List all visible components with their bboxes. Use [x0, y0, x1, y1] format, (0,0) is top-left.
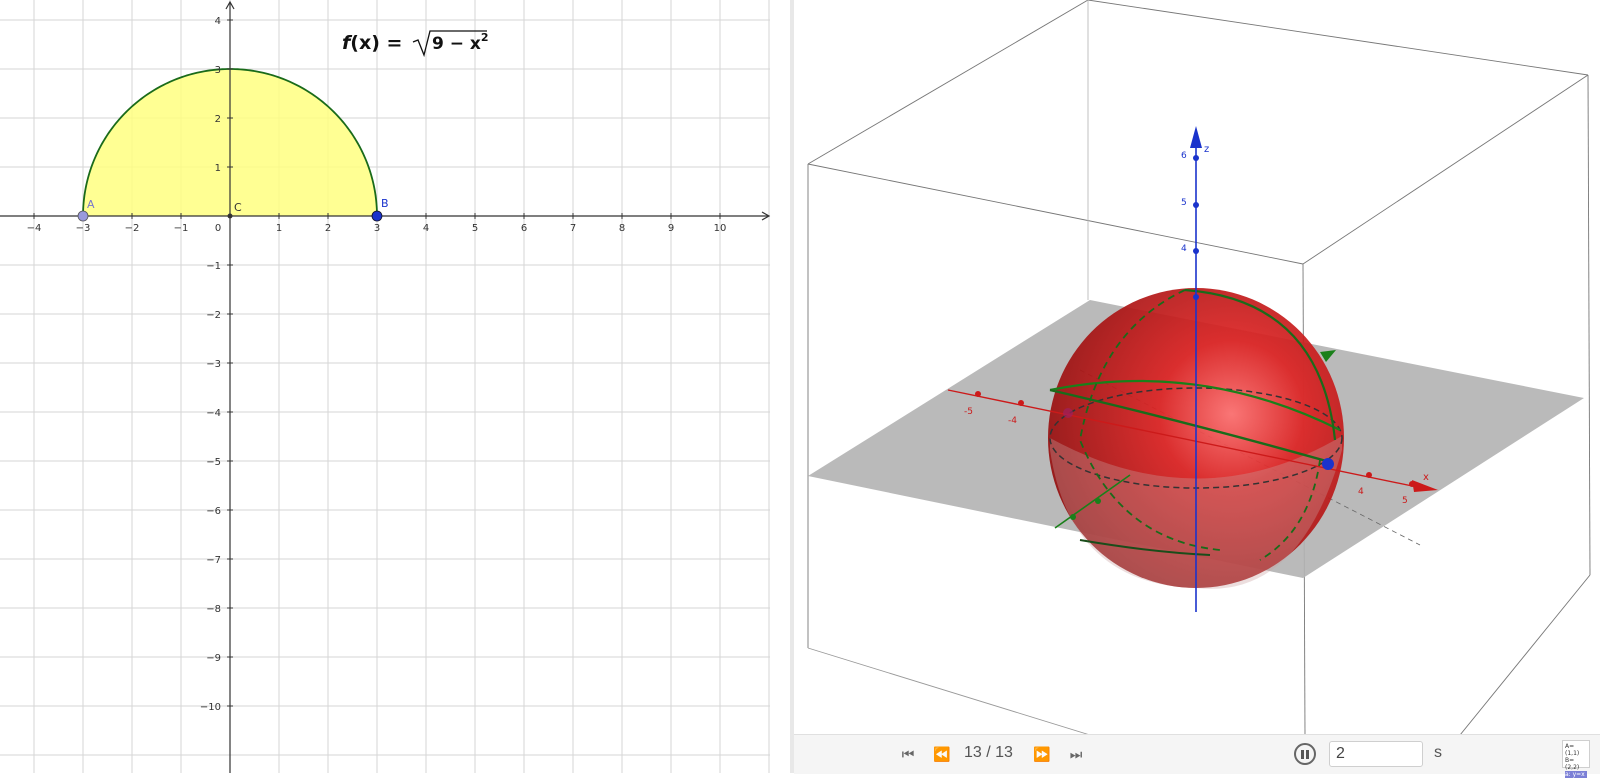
z-tick	[1193, 248, 1199, 254]
x-tick-label: 4	[1358, 487, 1364, 497]
x-tick-label: 10	[714, 223, 727, 234]
x-tick-label: -5	[964, 407, 973, 417]
z-tick-label: 4	[1181, 244, 1187, 254]
x-tick	[1366, 472, 1372, 478]
y-tick-label: 4	[215, 16, 221, 27]
animation-toolbar: ⏮ ⏪ 13 / 13 ⏩ ⏭ s A=(1,1) B=(2,2) a: y=x	[794, 734, 1600, 778]
x-tick-label: 5	[472, 223, 478, 234]
function-exponent: 2	[481, 31, 489, 44]
x-tick-label: −3	[76, 223, 91, 234]
function-label[interactable]: f(x) = 9 − x2	[342, 30, 489, 58]
y-tick-label: −2	[206, 310, 221, 321]
y-tick-label: −3	[206, 359, 221, 370]
y-tick-label: −8	[206, 604, 221, 615]
x-tick-label: −4	[27, 223, 42, 234]
x-tick-label: 1	[276, 223, 282, 234]
graphics-view-2d[interactable]: −4 −3 −2 −1 0 1 2 3 4 5 6 7 8 9 10 1 2 3 4 −1 −2 −3 −4 −5 −6 −7 −8…	[0, 0, 790, 773]
y-tick-label: 1	[215, 163, 221, 174]
step-forward-icon[interactable]: ⏩	[1030, 743, 1054, 767]
function-arg: (x)	[350, 32, 380, 54]
x-tick-label: 3	[374, 223, 380, 234]
y-tick-label: −1	[206, 261, 221, 272]
graph-3d-canvas[interactable]: -5 -4 4 5 x 6 5 4 z	[794, 0, 1600, 736]
z-axis-arrow-icon	[1190, 126, 1202, 148]
interval-input[interactable]	[1329, 741, 1423, 767]
point-a-3d[interactable]	[1063, 408, 1073, 418]
skip-last-icon[interactable]: ⏭	[1064, 743, 1088, 767]
x-tick	[975, 391, 981, 397]
point-b-3d[interactable]	[1322, 458, 1334, 470]
step-back-icon[interactable]: ⏪	[930, 743, 954, 767]
svg-text:f(x) =: f(x) =	[342, 32, 402, 54]
y-tick-label: 2	[215, 114, 221, 125]
y-tick-label: −4	[206, 408, 221, 419]
z-tick-label: 5	[1181, 198, 1187, 208]
y-tick-label: −7	[206, 555, 221, 566]
z-axis-label: z	[1204, 144, 1209, 155]
y-tick	[1070, 514, 1076, 520]
point-c-label: C	[234, 201, 242, 214]
z-tick	[1193, 294, 1199, 300]
point-b[interactable]	[371, 210, 383, 222]
x-axis-label: x	[1423, 472, 1429, 483]
graphics-view-3d[interactable]: -5 -4 4 5 x 6 5 4 z	[794, 0, 1600, 773]
x-tick	[1018, 400, 1024, 406]
grid-2d	[0, 0, 770, 773]
algebra-line: B=(2,2)	[1565, 757, 1580, 771]
y-tick-label: 3	[215, 65, 221, 76]
y-tick-label: −5	[206, 457, 221, 468]
algebra-line: A=(1,1)	[1565, 743, 1580, 757]
point-c[interactable]	[227, 213, 233, 219]
point-b-label: B	[381, 197, 389, 210]
skip-first-icon[interactable]: ⏮	[896, 743, 920, 767]
z-tick-label: 6	[1181, 151, 1187, 161]
x-tick-label: 6	[521, 223, 527, 234]
x-tick-label: 8	[619, 223, 625, 234]
function-body: 9 − x	[432, 34, 481, 54]
svg-text:9 − x2: 9 − x2	[432, 31, 489, 54]
x-tick-label: -4	[1008, 416, 1017, 426]
x-tick-label: 4	[423, 223, 429, 234]
interval-unit: s	[1434, 744, 1442, 761]
y-tick-label: −10	[200, 702, 221, 713]
x-tick-label: −1	[174, 223, 189, 234]
pause-button[interactable]	[1294, 743, 1316, 765]
z-tick	[1193, 202, 1199, 208]
pause-icon	[1300, 749, 1310, 759]
x-tick-label: 0	[215, 223, 221, 234]
step-counter: 13 / 13	[964, 744, 1013, 761]
x-tick-label: 5	[1402, 496, 1408, 506]
x-tick-label: 9	[668, 223, 674, 234]
algebra-line: a: y=x	[1565, 771, 1587, 778]
x-tick-label: 2	[325, 223, 331, 234]
x-tick-label: 7	[570, 223, 576, 234]
y-tick-label: −9	[206, 653, 221, 664]
point-a[interactable]	[77, 210, 89, 222]
y-tick	[1095, 498, 1101, 504]
graph-2d-canvas[interactable]: −4 −3 −2 −1 0 1 2 3 4 5 6 7 8 9 101234−1−2−3−4−5−6−7−8…	[0, 0, 790, 773]
x-tick	[1409, 481, 1415, 487]
point-a-label: A	[87, 198, 95, 211]
algebra-view-icon[interactable]: A=(1,1) B=(2,2) a: y=x	[1562, 740, 1590, 778]
z-tick	[1193, 155, 1199, 161]
x-tick-label: −2	[125, 223, 140, 234]
y-tick-label: −6	[206, 506, 221, 517]
